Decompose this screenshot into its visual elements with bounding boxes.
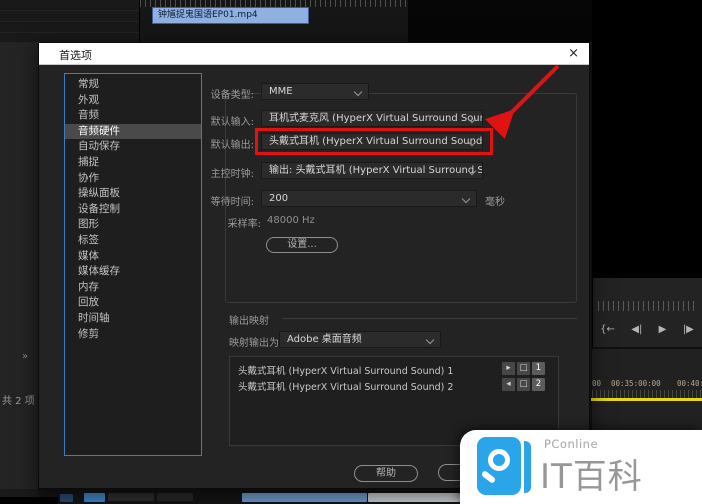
mapping-row-buttons: ▸ □ 1 [502, 362, 545, 375]
close-icon[interactable]: × [568, 46, 579, 61]
sidebar-item-media[interactable]: 媒体 [65, 249, 201, 265]
master-clock-dropdown[interactable]: 输出: 头戴式耳机 (HyperX Virtual Surround Sound… [261, 162, 483, 179]
timeline-timecodes: 00 00:35:00:00 00:40:00 [592, 378, 702, 389]
section-rule [282, 318, 577, 319]
play-button[interactable]: ▶ [659, 324, 667, 335]
mapping-row[interactable]: 头戴式耳机 (HyperX Virtual Surround Sound) 1 … [230, 362, 558, 377]
project-panel-edge [0, 42, 38, 489]
step-back-button[interactable]: ◀| [631, 324, 642, 335]
sidebar-item-trim[interactable]: 修剪 [65, 327, 201, 343]
latency-label: 等待时间: [210, 197, 254, 208]
speaker-left-icon[interactable]: ◂ [502, 378, 515, 391]
help-button[interactable]: 帮助 [354, 465, 418, 482]
channel-grid-icon[interactable]: □ [517, 362, 530, 375]
track-header-panel [0, 0, 140, 42]
selected-clip[interactable]: 钟馗捉鬼国语EP01.mp4 [152, 7, 309, 24]
default-input-dropdown[interactable]: 耳机式麦克风 (HyperX Virtual Surround Sound) [261, 110, 483, 127]
preferences-dialog: 首选项 × 常规 外观 音频 音频硬件 自动保存 捕捉 协作 操纵面板 设备控制… [38, 42, 590, 489]
timeline-clip-fragment[interactable] [157, 493, 193, 501]
settings-button[interactable]: 设置... [266, 237, 338, 253]
timecode-label: 00:35:00:00 [611, 379, 661, 388]
latency-dropdown[interactable]: 200 [261, 190, 477, 207]
watermark-card: PConline IT百科 [460, 430, 702, 504]
channel-number-badge[interactable]: 2 [532, 378, 545, 391]
go-to-in-button[interactable]: {← [600, 324, 615, 335]
sample-rate-label: 采样率: [227, 219, 261, 230]
timecode-label: 00 [592, 379, 602, 388]
work-area-bar[interactable] [591, 398, 702, 401]
sidebar-item-labels[interactable]: 标签 [65, 233, 201, 249]
step-forward-button[interactable]: |▶ [683, 324, 694, 335]
sample-rate-value: 48000 Hz [267, 215, 315, 226]
timeline-clip-fragment[interactable] [84, 493, 105, 502]
default-output-label: 默认输出: [210, 140, 254, 151]
default-input-label: 默认输入: [210, 117, 254, 128]
panel-divider [0, 497, 58, 504]
timeline-ruler-top[interactable] [140, 0, 408, 7]
channel-grid-icon[interactable]: □ [517, 378, 530, 391]
timecode-label: 00:40:00 [677, 379, 702, 388]
mapping-row-label: 头戴式耳机 (HyperX Virtual Surround Sound) 2 [238, 382, 454, 393]
map-output-for-label: 映射输出为: [229, 338, 283, 349]
timeline-clip-fragment[interactable] [108, 493, 154, 501]
device-type-label: 设备类型: [210, 90, 254, 101]
master-clock-label: 主控时钟: [210, 169, 254, 180]
program-monitor [592, 0, 702, 278]
project-item-count: 共 2 项 [2, 396, 35, 407]
program-monitor-top [408, 0, 592, 42]
output-mapping-header: 输出映射 [229, 316, 269, 327]
watermark-title: IT百科 [540, 457, 643, 497]
premiere-workspace: ↺ 钟馗捉鬼国语EP01.mp4 » 共 2 项 {← ◀| ▶ |▶ 00 0… [0, 0, 702, 504]
map-output-for-dropdown[interactable]: Adobe 桌面音频 [279, 331, 441, 348]
magnifier-book-icon [477, 437, 535, 497]
sidebar-item-media-cache[interactable]: 媒体缓存 [65, 264, 201, 280]
latency-unit: 毫秒 [485, 197, 505, 208]
speaker-right-icon[interactable]: ▸ [502, 362, 515, 375]
timeline-scrollbar[interactable] [368, 493, 460, 502]
dialog-titlebar[interactable]: 首选项 × [39, 43, 589, 65]
timeline-audio-clip[interactable] [242, 493, 367, 502]
timeline-clip-fragment[interactable] [60, 494, 73, 502]
timeline-ruler[interactable] [592, 390, 702, 398]
channel-number-badge[interactable]: 1 [532, 362, 545, 375]
transport-controls: {← ◀| ▶ |▶ [592, 318, 702, 340]
mapping-row-buttons: ◂ □ 2 [502, 378, 545, 391]
dialog-title: 首选项 [59, 49, 92, 62]
preferences-category-list: 常规 外观 音频 音频硬件 自动保存 捕捉 协作 操纵面板 设备控制 图形 标签… [64, 73, 202, 456]
sidebar-item-memory[interactable]: 内存 [65, 280, 201, 296]
mapping-row[interactable]: 头戴式耳机 (HyperX Virtual Surround Sound) 2 … [230, 378, 558, 393]
scrub-bar[interactable] [598, 301, 698, 311]
mapping-row-label: 头戴式耳机 (HyperX Virtual Surround Sound) 1 [238, 366, 454, 377]
annotation-highlight-rect [255, 128, 493, 155]
panel-overflow-chevron-icon[interactable]: » [22, 351, 28, 362]
sidebar-item-playback[interactable]: 回放 [65, 295, 201, 311]
device-type-dropdown[interactable]: MME [261, 83, 369, 100]
sidebar-item-timeline[interactable]: 时间轴 [65, 311, 201, 327]
